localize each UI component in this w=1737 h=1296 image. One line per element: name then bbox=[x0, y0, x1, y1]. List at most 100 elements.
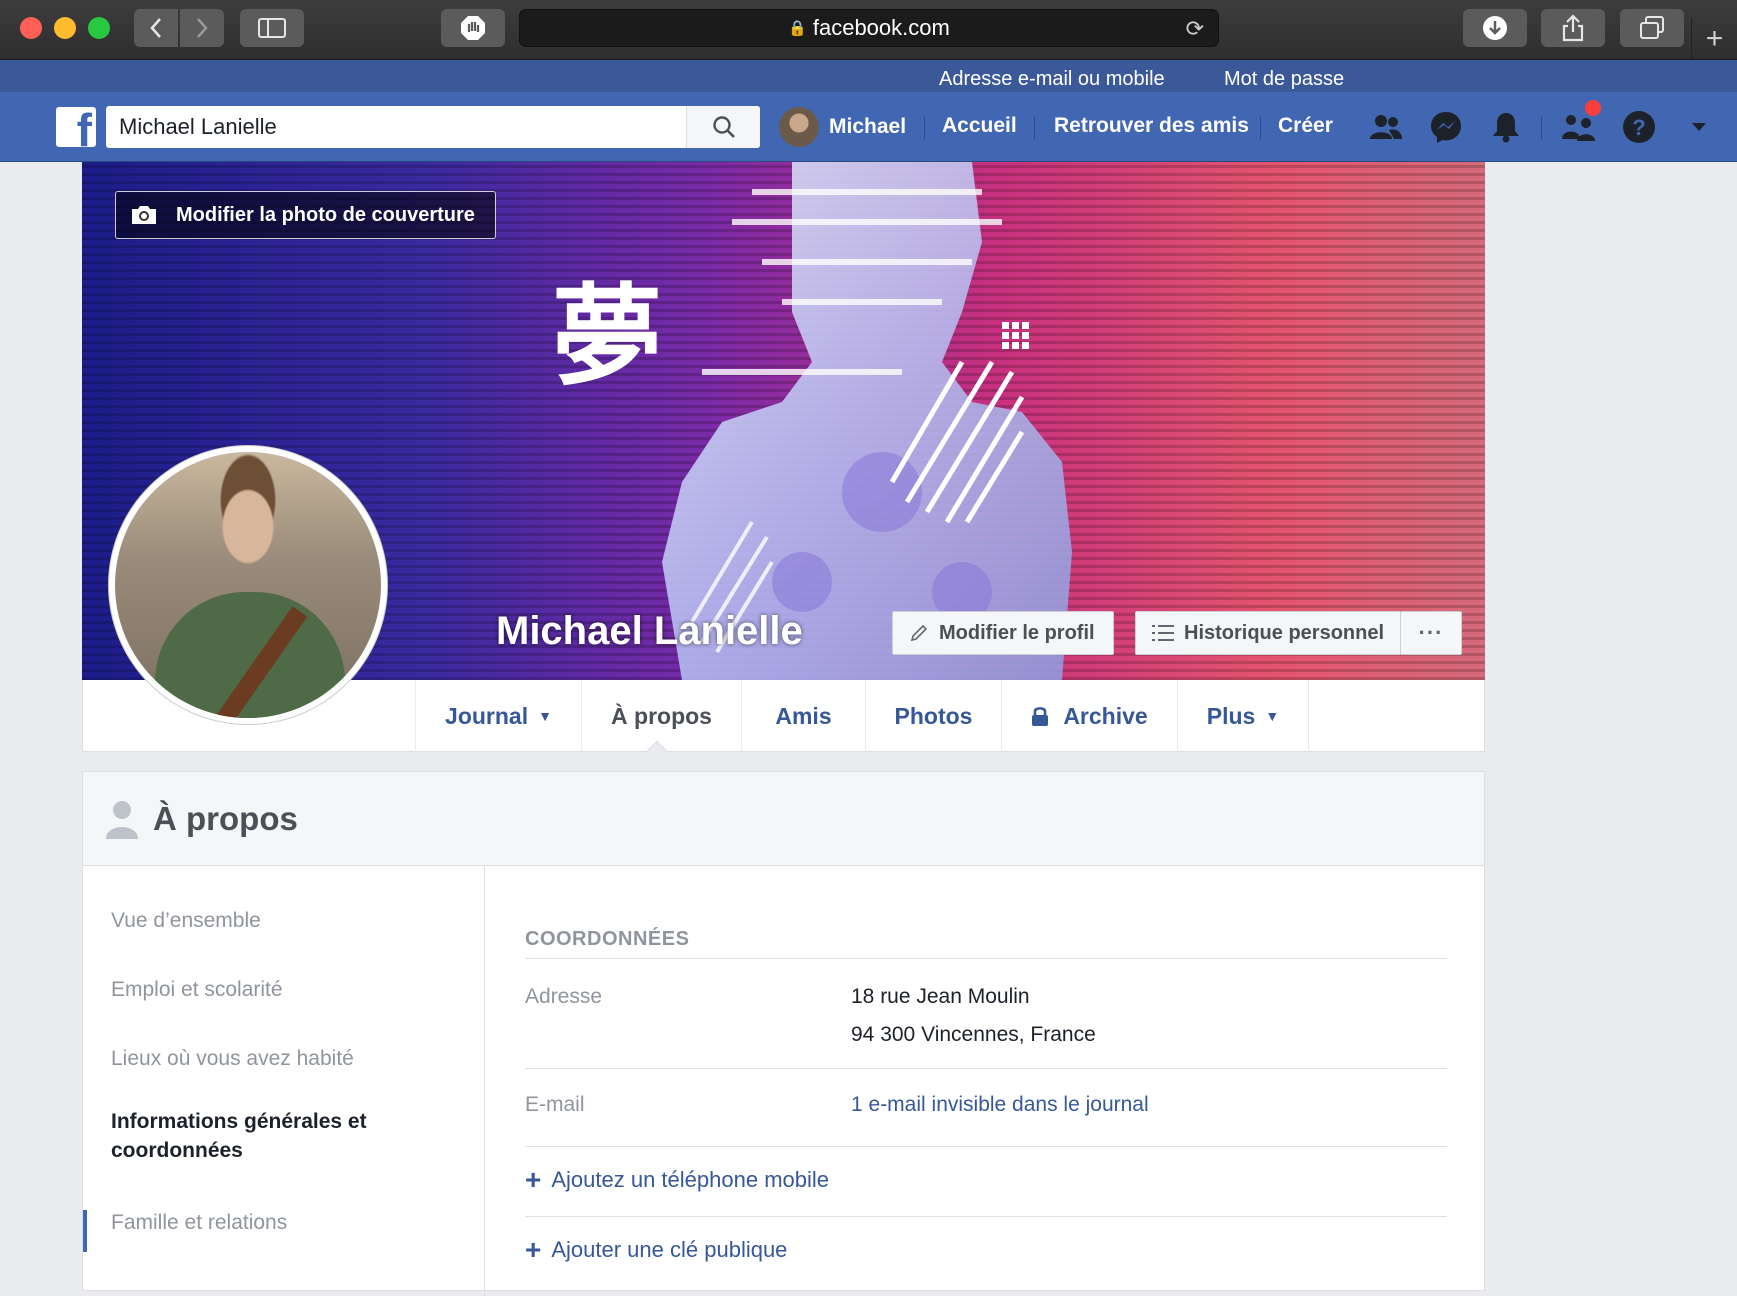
divider bbox=[525, 1216, 1447, 1217]
question-mark-icon: ? bbox=[1623, 111, 1655, 143]
profile-picture[interactable] bbox=[109, 446, 387, 724]
address-line-1: 18 rue Jean Moulin bbox=[851, 985, 1030, 1008]
pencil-icon bbox=[910, 624, 928, 642]
notifications-button[interactable] bbox=[1488, 109, 1524, 145]
messenger-icon bbox=[1431, 112, 1461, 143]
email-label: E-mail bbox=[525, 1093, 585, 1116]
nav-user-name: Michael bbox=[829, 115, 907, 138]
zoom-window-button[interactable] bbox=[88, 17, 110, 39]
about-sidebar: Vue d’ensemble Emploi et scolarité Lieux… bbox=[83, 866, 485, 1296]
tab-archive-label: Archive bbox=[1063, 702, 1148, 729]
divider bbox=[525, 1068, 1447, 1069]
search-icon bbox=[712, 116, 735, 138]
forward-button[interactable] bbox=[180, 9, 224, 47]
sidebar-item-family-relationships[interactable]: Famille et relations bbox=[111, 1208, 287, 1237]
new-tab-button[interactable]: + bbox=[1691, 18, 1737, 60]
minimize-window-button[interactable] bbox=[54, 17, 76, 39]
address-label: Adresse bbox=[525, 985, 603, 1008]
sidebar-icon bbox=[258, 18, 286, 38]
tab-friends-label: Amis bbox=[775, 702, 832, 729]
share-icon bbox=[1562, 14, 1584, 42]
facebook-top-bar: f Michael Accueil Retrouver des amis Cré… bbox=[0, 92, 1737, 162]
nav-link-find-friends[interactable]: Retrouver des amis bbox=[1054, 114, 1249, 138]
nav-divider bbox=[1034, 116, 1035, 140]
tab-timeline[interactable]: Journal ▼ bbox=[415, 680, 581, 752]
caret-down-icon: ▼ bbox=[1265, 708, 1280, 724]
login-strip: Adresse e-mail ou mobile Mot de passe bbox=[0, 60, 1737, 92]
about-panel: À propos Vue d’ensemble Emploi et scolar… bbox=[82, 771, 1485, 1296]
divider bbox=[525, 958, 1447, 959]
tab-about[interactable]: À propos bbox=[581, 680, 741, 752]
tab-friends[interactable]: Amis bbox=[741, 680, 865, 752]
account-menu-button[interactable] bbox=[1681, 109, 1717, 145]
bust-artwork bbox=[662, 162, 1072, 680]
facebook-logo[interactable]: f bbox=[56, 107, 96, 147]
plus-icon: + bbox=[525, 1234, 542, 1265]
active-sidebar-marker bbox=[83, 1210, 87, 1252]
address-bar[interactable]: 🔒 facebook.com ⟳ bbox=[519, 9, 1219, 47]
edit-cover-photo-button[interactable]: Modifier la photo de couverture bbox=[115, 191, 496, 239]
add-mobile-phone-link[interactable]: + Ajoutez un téléphone mobile bbox=[525, 1166, 829, 1194]
back-button[interactable] bbox=[134, 9, 178, 47]
section-title: COORDONNÉES bbox=[525, 928, 690, 950]
plus-icon: + bbox=[525, 1164, 542, 1195]
lock-icon bbox=[1032, 707, 1049, 726]
camera-icon bbox=[132, 206, 156, 224]
sidebar-toggle-button[interactable] bbox=[240, 9, 304, 47]
add-public-key-label: Ajouter une clé publique bbox=[551, 1237, 788, 1262]
tab-photos[interactable]: Photos bbox=[865, 680, 1001, 752]
edit-cover-photo-label: Modifier la photo de couverture bbox=[176, 203, 475, 226]
nav-profile-link[interactable]: Michael bbox=[779, 106, 906, 148]
password-field-label: Mot de passe bbox=[1224, 68, 1345, 90]
divider bbox=[525, 1146, 1447, 1147]
email-visibility-link[interactable]: 1 e-mail invisible dans le journal bbox=[851, 1093, 1149, 1117]
tab-about-label: À propos bbox=[611, 702, 712, 729]
bell-icon bbox=[1493, 113, 1519, 143]
list-icon bbox=[1152, 625, 1174, 641]
close-window-button[interactable] bbox=[20, 17, 42, 39]
nav-link-home[interactable]: Accueil bbox=[942, 114, 1017, 138]
sidebar-item-overview[interactable]: Vue d’ensemble bbox=[111, 906, 261, 935]
activity-log-button[interactable]: Historique personnel bbox=[1135, 611, 1401, 655]
profile-name[interactable]: Michael Lanielle bbox=[496, 609, 803, 654]
download-icon bbox=[1483, 16, 1507, 40]
tab-more[interactable]: Plus ▼ bbox=[1177, 680, 1309, 752]
address-line-2: 94 300 Vincennes, France bbox=[851, 1023, 1096, 1046]
activity-log-label: Historique personnel bbox=[1184, 621, 1385, 644]
url-text: facebook.com bbox=[812, 15, 950, 40]
nav-divider bbox=[924, 116, 925, 140]
sidebar-item-contact-basic-info[interactable]: Informations générales et coordonnées bbox=[111, 1107, 441, 1165]
content-blocker-button[interactable] bbox=[441, 9, 505, 47]
add-public-key-link[interactable]: + Ajouter une clé publique bbox=[525, 1236, 787, 1264]
messenger-button[interactable] bbox=[1428, 109, 1464, 145]
search-input[interactable] bbox=[106, 114, 686, 140]
tabs-overview-button[interactable] bbox=[1620, 9, 1684, 47]
help-button[interactable]: ? bbox=[1621, 109, 1657, 145]
person-icon bbox=[106, 800, 138, 839]
search-box bbox=[106, 106, 760, 148]
more-options-button[interactable]: ··· bbox=[1400, 611, 1462, 655]
sidebar-item-places-lived[interactable]: Lieux où vous avez habité bbox=[111, 1044, 354, 1073]
lock-icon: 🔒 bbox=[788, 20, 807, 37]
caret-down-icon bbox=[1692, 123, 1706, 131]
edit-profile-button[interactable]: Modifier le profil bbox=[892, 611, 1114, 655]
tab-timeline-label: Journal bbox=[445, 702, 529, 729]
email-field-label: Adresse e-mail ou mobile bbox=[939, 68, 1165, 90]
friend-requests-button[interactable] bbox=[1368, 109, 1404, 145]
friends-icon bbox=[1370, 115, 1402, 139]
edit-profile-label: Modifier le profil bbox=[939, 621, 1095, 644]
tabs-icon bbox=[1640, 16, 1664, 39]
share-button[interactable] bbox=[1541, 9, 1605, 47]
sidebar-item-work-education[interactable]: Emploi et scolarité bbox=[111, 975, 283, 1004]
tab-photos-label: Photos bbox=[894, 702, 973, 729]
chevron-right-icon bbox=[197, 18, 208, 38]
search-button[interactable] bbox=[686, 106, 760, 148]
notification-badge bbox=[1585, 100, 1601, 116]
reload-icon[interactable]: ⟳ bbox=[1186, 16, 1204, 42]
profile-photo-figure bbox=[155, 592, 345, 718]
downloads-button[interactable] bbox=[1463, 9, 1527, 47]
nav-divider bbox=[1260, 116, 1261, 140]
nav-link-create[interactable]: Créer bbox=[1278, 114, 1333, 138]
tab-archive[interactable]: Archive bbox=[1001, 680, 1177, 752]
browser-toolbar: 🔒 facebook.com ⟳ + bbox=[0, 0, 1737, 60]
